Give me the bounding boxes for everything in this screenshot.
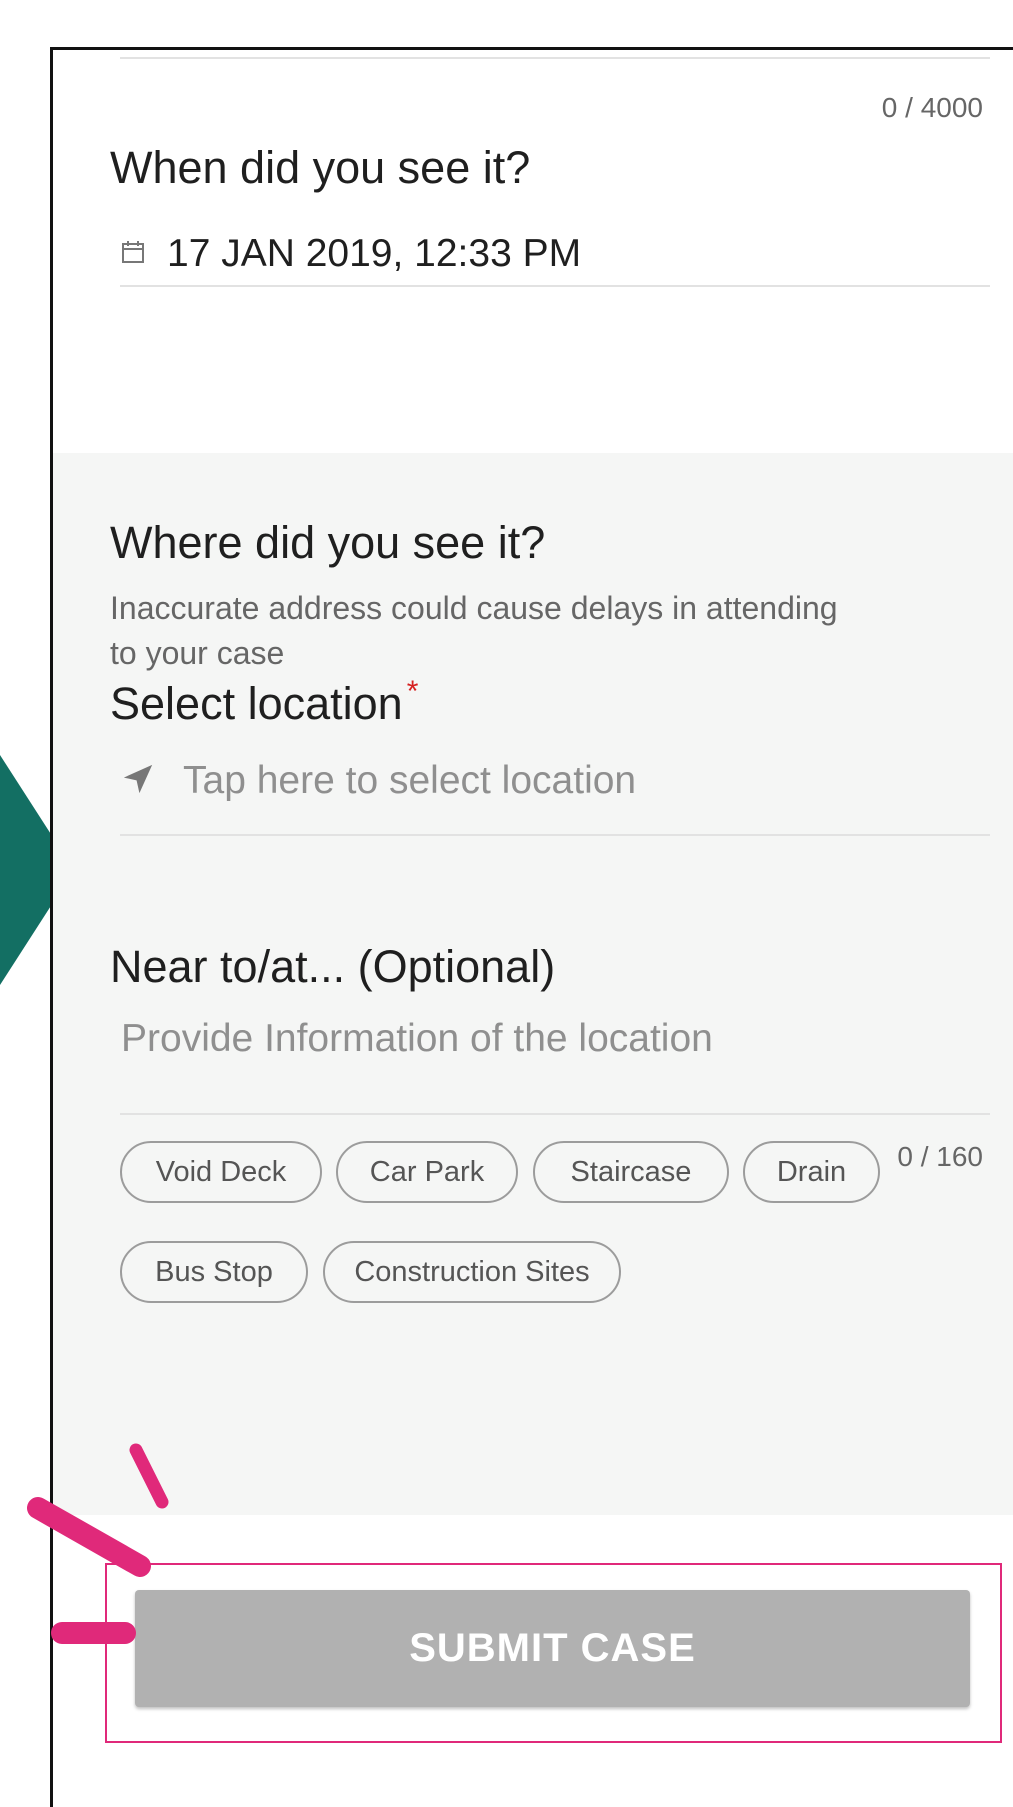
required-mark: *	[406, 675, 419, 708]
near-underline	[120, 1113, 990, 1115]
date-underline	[120, 285, 990, 287]
submit-case-button[interactable]: SUBMIT CASE	[135, 1590, 970, 1707]
top-divider	[120, 57, 990, 59]
date-value: 17 JAN 2019, 12:33 PM	[167, 232, 582, 275]
chip-staircase[interactable]: Staircase	[533, 1141, 729, 1203]
where-subtitle: Inaccurate address could cause delays in…	[110, 590, 838, 671]
chip-car-park[interactable]: Car Park	[336, 1141, 518, 1203]
description-counter: 0 / 4000	[881, 92, 983, 123]
near-counter: 0 / 160	[897, 1141, 983, 1172]
near-input[interactable]: Provide Information of the location	[121, 1017, 713, 1061]
spark-decoration	[27, 1443, 169, 1644]
chip-drain[interactable]: Drain	[743, 1141, 880, 1203]
chip-construction-sites[interactable]: Construction Sites	[323, 1241, 621, 1303]
location-underline	[120, 834, 990, 836]
location-placeholder: Tap here to select location	[183, 759, 637, 802]
